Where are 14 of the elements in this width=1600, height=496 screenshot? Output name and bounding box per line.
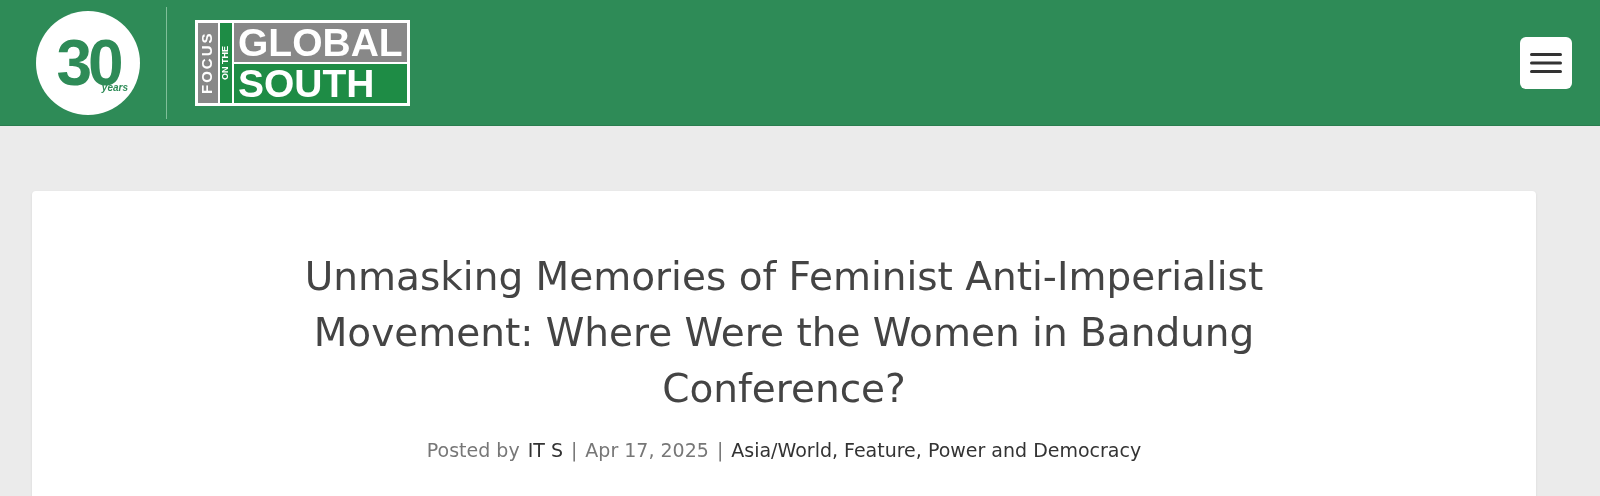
author-link[interactable]: IT S	[527, 439, 563, 461]
separator: |	[570, 439, 578, 461]
comma: ,	[915, 439, 922, 461]
separator: |	[716, 439, 724, 461]
anniversary-logo[interactable]: 30years	[36, 10, 140, 115]
comma: ,	[831, 439, 838, 461]
article-title: Unmasking Memories of Feminist Anti-Imperialist Movement: Where Were the Women in Bandung Conference?	[303, 253, 1265, 413]
category-link[interactable]: Asia/World	[731, 439, 832, 461]
post-date: Apr 17, 2025	[585, 439, 709, 461]
category-link[interactable]: Feature	[844, 439, 916, 461]
menu-button[interactable]	[1520, 36, 1572, 89]
menu-icon	[1529, 51, 1563, 74]
posted-by-label: Posted by	[426, 439, 520, 461]
category-link[interactable]: Power and Democracy	[927, 439, 1142, 461]
